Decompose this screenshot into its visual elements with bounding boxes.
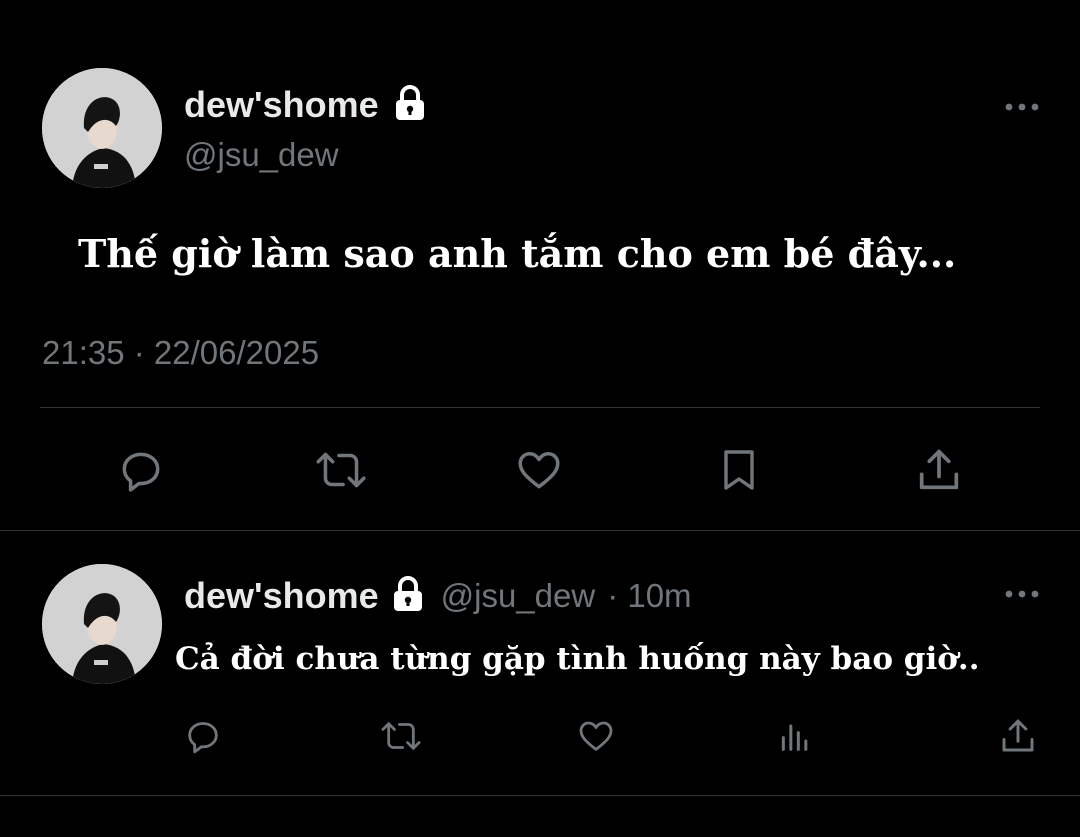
tweet-text: Thế giờ làm sao anh tắm cho em bé đây... — [78, 231, 957, 276]
tweet-text: Cả đời chưa từng gặp tình huống này bao … — [175, 641, 980, 677]
share-icon[interactable] — [908, 440, 970, 500]
lock-icon — [391, 575, 425, 617]
retweet-icon[interactable] — [310, 440, 372, 500]
divider — [0, 530, 1080, 531]
bookmark-icon[interactable] — [708, 440, 770, 500]
like-icon[interactable] — [508, 440, 570, 500]
avatar[interactable] — [42, 68, 162, 188]
avatar[interactable] — [42, 564, 162, 684]
divider — [40, 407, 1040, 408]
reply-icon[interactable] — [178, 712, 228, 760]
handle[interactable]: @jsu_dew — [184, 136, 339, 174]
timestamp[interactable]: 21:35 · 22/06/2025 — [42, 334, 319, 372]
lock-icon — [393, 84, 427, 126]
share-icon[interactable] — [993, 712, 1043, 760]
time-ago[interactable]: · 10m — [607, 577, 691, 615]
handle[interactable]: @jsu_dew — [441, 577, 596, 615]
more-horizontal-icon[interactable] — [1004, 587, 1040, 606]
display-name[interactable]: dew'shome — [184, 84, 379, 126]
divider — [0, 795, 1080, 796]
retweet-icon[interactable] — [376, 712, 426, 760]
reply-icon[interactable] — [110, 440, 172, 500]
display-name[interactable]: dew'shome — [184, 575, 379, 617]
like-icon[interactable] — [571, 712, 621, 760]
more-horizontal-icon[interactable] — [1004, 100, 1040, 119]
views-icon[interactable] — [770, 712, 820, 760]
